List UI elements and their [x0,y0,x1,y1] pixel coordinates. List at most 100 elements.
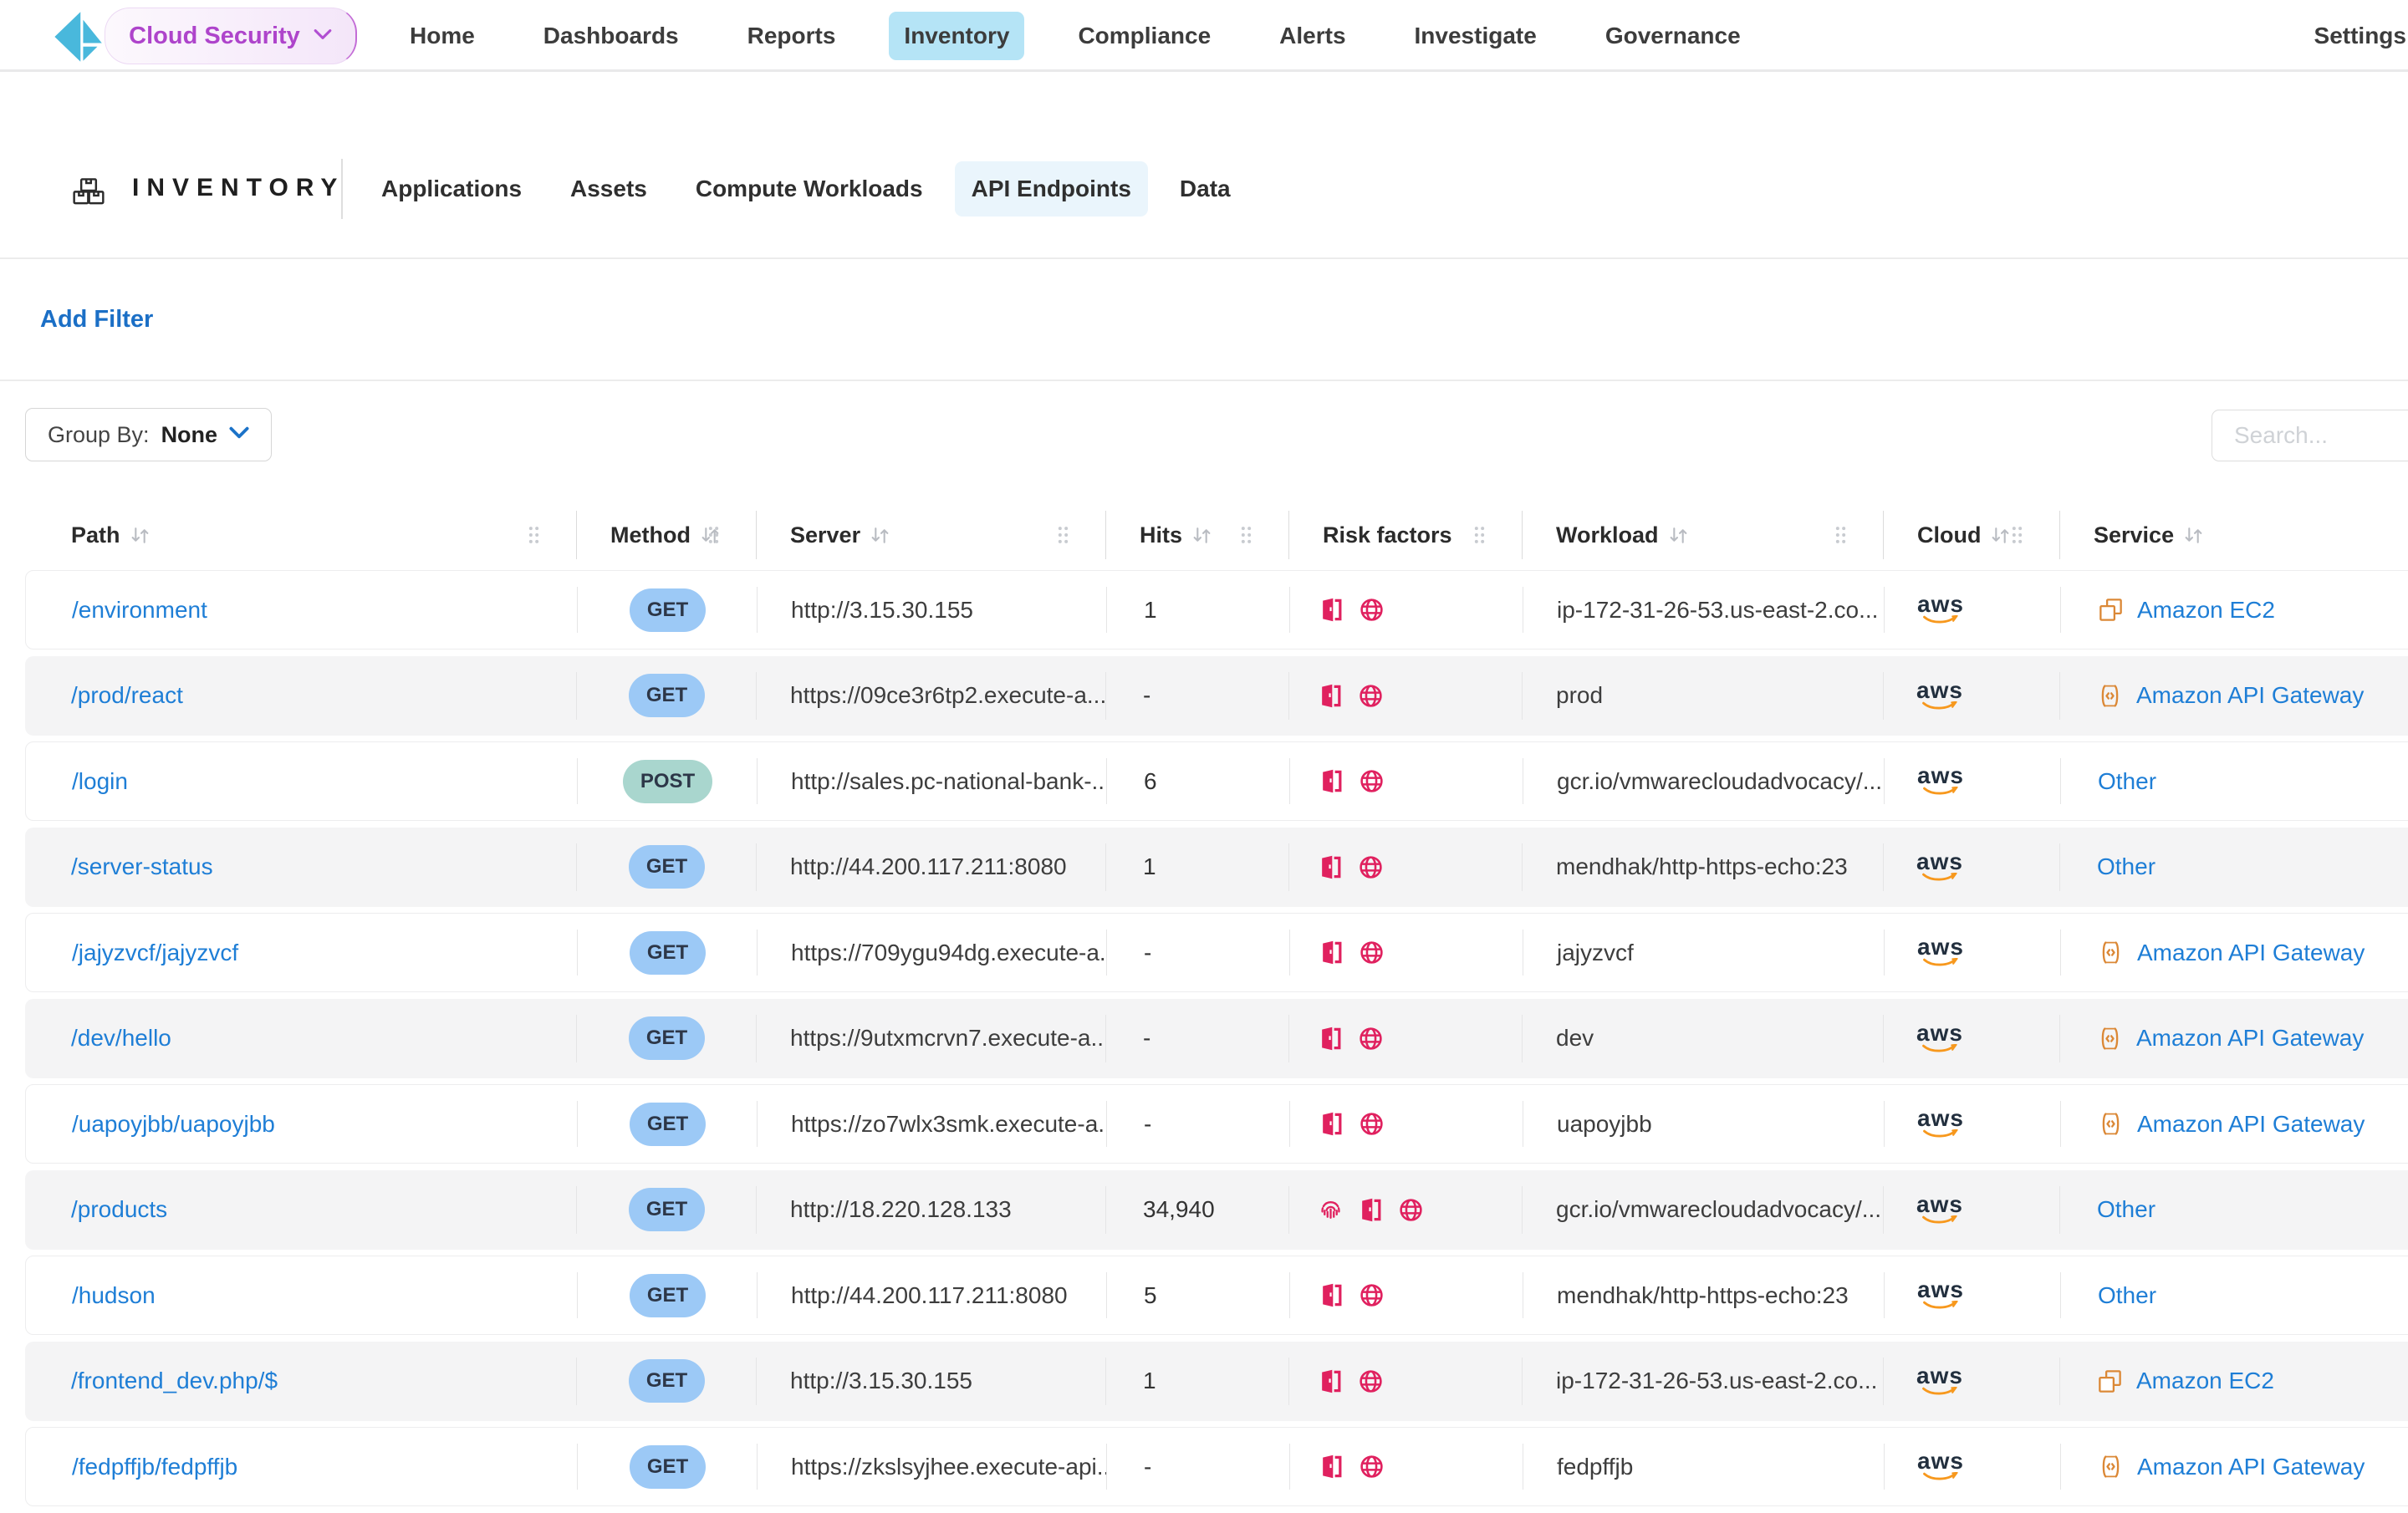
tab-data[interactable]: Data [1163,161,1247,217]
aws-word: aws [1916,1194,1963,1215]
aws-word: aws [1916,851,1963,873]
table-row[interactable]: /frontend_dev.php/$ GET http://3.15.30.1… [25,1342,2408,1421]
nav-item-home[interactable]: Home [395,12,490,60]
workload-text: gcr.io/vmwarecloudadvocacy/... [1557,768,1882,795]
workload-text: gcr.io/vmwarecloudadvocacy/... [1556,1196,1881,1223]
product-switcher[interactable]: Cloud Security [105,8,357,64]
endpoint-path-link[interactable]: /prod/react [71,682,183,709]
globe-icon [1358,1026,1384,1052]
service-link[interactable]: Amazon EC2 [2137,597,2275,624]
sort-icon[interactable] [129,525,151,546]
nav-item-reports[interactable]: Reports [732,12,851,60]
service-link[interactable]: Amazon API Gateway [2137,940,2365,966]
hits-value: 1 [1142,597,1157,624]
table-row[interactable]: /uapoyjbb/uapoyjbb GET https://zo7wlx3sm… [25,1084,2408,1164]
table-row[interactable]: /prod/react GET https://09ce3r6tp2.execu… [25,656,2408,736]
tab-api-endpoints[interactable]: API Endpoints [955,161,1148,217]
nav-item-compliance[interactable]: Compliance [1063,12,1226,60]
aws-logo-icon: aws [1915,936,1967,969]
top-navigation-bar: Cloud Security Home Dashboards Reports I… [0,0,2408,72]
method-badge: GET [629,1359,705,1403]
sort-icon[interactable] [2182,525,2205,546]
table-row[interactable]: /products GET http://18.220.128.133 34,9… [25,1170,2408,1250]
endpoint-path-link[interactable]: /fedpffjb/fedpffjb [72,1454,237,1480]
endpoint-path-link[interactable]: /environment [72,597,207,624]
aws-word: aws [1917,1279,1964,1301]
server-text: http://sales.pc-national-bank-... [791,768,1107,795]
method-badge: POST [623,760,712,803]
aws-word: aws [1917,1450,1964,1472]
service-link[interactable]: Other [2098,1282,2156,1309]
service-link[interactable]: Amazon API Gateway [2136,682,2364,709]
globe-icon [1358,1368,1384,1394]
nav-item-dashboards[interactable]: Dashboards [528,12,694,60]
nav-item-inventory[interactable]: Inventory [889,12,1024,60]
server-text: http://44.200.117.211:8080 [790,853,1067,880]
drag-handle-icon[interactable] [1057,526,1069,545]
sort-icon[interactable] [1667,525,1690,546]
drag-handle-icon[interactable] [1240,526,1252,545]
table-row[interactable]: /hudson GET http://44.200.117.211:8080 5… [25,1256,2408,1335]
drag-handle-icon[interactable] [707,526,720,545]
aws-word: aws [1917,765,1964,787]
risk-factors-cell [1289,1170,1523,1250]
inventory-tabs: Applications Assets Compute Workloads AP… [365,157,1247,221]
page-title: INVENTORY [132,174,344,202]
table-row[interactable]: /dev/hello GET https://9utxmcrvn7.execut… [25,999,2408,1078]
nav-item-alerts[interactable]: Alerts [1264,12,1360,60]
tab-applications[interactable]: Applications [365,161,538,217]
add-filter-link[interactable]: Add Filter [40,306,153,334]
group-by-dropdown[interactable]: Group By: None [25,408,272,461]
table-row[interactable]: /fedpffjb/fedpffjb GET https://zkslsyjhe… [25,1427,2408,1506]
endpoint-path-link[interactable]: /jajyzvcf/jajyzvcf [72,940,238,966]
service-link[interactable]: Other [2098,768,2156,795]
inventory-boxes-icon [72,177,105,211]
endpoint-path-link[interactable]: /frontend_dev.php/$ [71,1368,278,1394]
group-by-value: None [161,422,218,448]
main-nav: Home Dashboards Reports Inventory Compli… [395,0,1756,72]
service-link[interactable]: Amazon API Gateway [2137,1111,2365,1138]
method-badge: GET [630,1274,706,1317]
endpoint-path-link[interactable]: /login [72,768,128,795]
endpoint-path-link[interactable]: /dev/hello [71,1025,171,1052]
service-link[interactable]: Amazon API Gateway [2137,1454,2365,1480]
globe-icon [1359,597,1385,623]
service-link[interactable]: Amazon EC2 [2136,1368,2274,1394]
sort-icon[interactable] [1989,525,2012,546]
endpoint-path-link[interactable]: /hudson [72,1282,156,1309]
globe-icon [1359,1282,1385,1308]
tab-assets[interactable]: Assets [554,161,664,217]
risk-factors-cell [1290,1256,1523,1334]
nav-item-settings[interactable]: Settings [2314,0,2406,72]
table-row[interactable]: /login POST http://sales.pc-national-ban… [25,741,2408,821]
sort-icon[interactable] [1191,525,1213,546]
service-link[interactable]: Amazon API Gateway [2136,1025,2364,1052]
table-row[interactable]: /jajyzvcf/jajyzvcf GET https://709ygu94d… [25,913,2408,992]
workload-text: uapoyjbb [1557,1111,1652,1138]
aws-logo-icon: aws [1914,1022,1966,1055]
column-header-path: Path [25,500,577,570]
table-header-row: Path Method Server Hits Risk factors Wor… [25,500,2408,570]
server-text: https://09ce3r6tp2.execute-a... [790,682,1106,709]
drag-handle-icon[interactable] [1834,526,1847,545]
nav-item-investigate[interactable]: Investigate [1400,12,1552,60]
amazon-api-gateway-icon [2098,1111,2124,1137]
drag-handle-icon[interactable] [528,526,540,545]
endpoint-path-link[interactable]: /products [71,1196,167,1223]
service-link[interactable]: Other [2097,853,2155,880]
drag-handle-icon[interactable] [1473,526,1486,545]
tab-compute-workloads[interactable]: Compute Workloads [679,161,940,217]
endpoint-path-link[interactable]: /uapoyjbb/uapoyjbb [72,1111,275,1138]
sort-icon[interactable] [869,525,891,546]
aws-word: aws [1916,1365,1963,1387]
drag-handle-icon[interactable] [2011,526,2023,545]
table-row[interactable]: /server-status GET http://44.200.117.211… [25,828,2408,907]
aws-logo-icon: aws [1914,851,1966,884]
nav-item-governance[interactable]: Governance [1590,12,1756,60]
aws-logo-icon: aws [1914,1365,1966,1398]
endpoint-path-link[interactable]: /server-status [71,853,213,880]
service-link[interactable]: Other [2097,1196,2155,1223]
table-row[interactable]: /environment GET http://3.15.30.155 1 ip… [25,570,2408,650]
search-input[interactable] [2212,410,2408,461]
risk-factors-cell [1290,571,1523,649]
